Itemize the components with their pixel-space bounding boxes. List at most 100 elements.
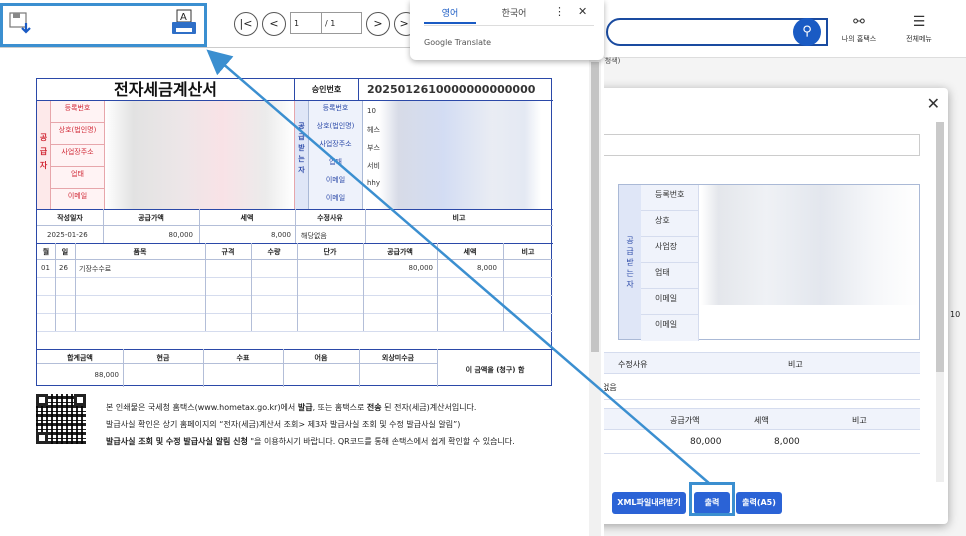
svg-text:A: A bbox=[180, 12, 187, 23]
receiver-label-email2: 이메일 bbox=[309, 191, 363, 209]
invoice-modal: ✕ 공급받는자 등록번호 상호 사업장 업태 이메일 이메일 수정사유 비고 없… bbox=[588, 88, 948, 524]
page-total: / 1 bbox=[322, 12, 362, 34]
modal-scroll-thumb[interactable] bbox=[936, 122, 944, 372]
divider bbox=[203, 349, 204, 387]
modal-summary-row: 없음 bbox=[588, 374, 920, 400]
blurred-supplier-info bbox=[105, 101, 295, 209]
approval-label: 승인번호 bbox=[295, 79, 359, 101]
close-icon[interactable]: ✕ bbox=[927, 94, 940, 113]
invoice-title: 전자세금계산서 bbox=[37, 79, 295, 101]
supplier-label-email: 이메일 bbox=[51, 189, 105, 209]
divider bbox=[37, 259, 553, 260]
item-header-name: 품목 bbox=[133, 248, 147, 256]
close-icon[interactable]: ✕ bbox=[578, 5, 587, 18]
item-header-note: 비고 bbox=[521, 248, 535, 256]
divider bbox=[37, 243, 553, 244]
claim-text: 이 금액을 (청구) 함 bbox=[465, 366, 525, 374]
print-button-highlight bbox=[689, 482, 735, 516]
summary-header-tax: 세액 bbox=[240, 214, 254, 222]
item-tax: 8,000 bbox=[476, 264, 497, 272]
supplier-label-address: 사업장주소 bbox=[51, 145, 105, 167]
divider bbox=[297, 243, 298, 331]
menu-icon: ☰ bbox=[912, 14, 926, 30]
approval-value: 2025012610000000000000 bbox=[359, 79, 553, 101]
item-supply: 80,000 bbox=[408, 264, 434, 272]
receiver-value-address: 부스 bbox=[367, 144, 380, 152]
divider bbox=[359, 349, 360, 387]
prev-page-button[interactable]: < bbox=[262, 12, 286, 36]
divider bbox=[37, 363, 437, 364]
document-scroll-thumb[interactable] bbox=[591, 62, 599, 352]
notice-text: 된 전자(세금)계산서입니다. bbox=[381, 403, 477, 412]
divider bbox=[37, 295, 553, 296]
user-icon: ⚯ bbox=[853, 14, 865, 30]
search-icon[interactable]: ⚲ bbox=[793, 18, 821, 46]
nav-all-menu[interactable]: ☰ 전체메뉴 bbox=[894, 14, 944, 44]
modal-label-business: 업태 bbox=[641, 263, 699, 289]
modal-supply-value: 80,000 bbox=[690, 437, 722, 447]
divider bbox=[123, 349, 124, 387]
divider bbox=[75, 243, 76, 331]
divider bbox=[37, 277, 553, 278]
first-page-button[interactable]: |< bbox=[234, 12, 258, 36]
screen: ⚲ ⚯ 나의 홈택스 ☰ 전체메뉴 (청색) 10 ✕ 공급받는자 등록번호 상… bbox=[0, 0, 966, 536]
notice-line-2: 발급사실 확인은 상기 홈페이지의 “전자(세금)계산서 조회> 제3자 발급사… bbox=[106, 420, 461, 429]
modal-receiver-side-label: 공급받는자 bbox=[619, 185, 641, 339]
summary-date-value: 2025-01-26 bbox=[47, 231, 88, 239]
divider bbox=[103, 209, 104, 243]
blurred-receiver-info bbox=[379, 101, 541, 209]
tab-english[interactable]: 영어 bbox=[424, 6, 476, 24]
item-header-spec: 규격 bbox=[221, 248, 235, 256]
divider bbox=[37, 349, 553, 350]
modal-header-note: 비고 bbox=[788, 360, 803, 369]
divider bbox=[37, 331, 553, 332]
nav-my-hometax[interactable]: ⚯ 나의 홈택스 bbox=[834, 14, 884, 44]
qr-code bbox=[36, 394, 86, 444]
print-icon[interactable]: A bbox=[170, 8, 198, 38]
modal-field[interactable] bbox=[598, 134, 920, 156]
breadcrumb: (청색) bbox=[602, 57, 621, 65]
notice-bold: 발급 bbox=[297, 403, 313, 412]
item-month: 01 bbox=[41, 264, 50, 272]
modal-label-email1: 이메일 bbox=[641, 289, 699, 315]
page-number-input[interactable]: 1 bbox=[290, 12, 322, 34]
modal-footer: XML파일내려받기 출력 출력(A5) bbox=[588, 486, 948, 524]
notice-text: 본 인쇄물은 국세청 홈택스(www.hometax.go.kr)에서 bbox=[106, 403, 298, 412]
total-header-credit: 외상미수금 bbox=[381, 354, 415, 362]
document-area: 전자세금계산서 승인번호 2025012610000000000000 공급자 … bbox=[0, 48, 604, 536]
receiver-value-business: 서비 bbox=[367, 162, 380, 170]
summary-reason-value: 해당없음 bbox=[301, 232, 327, 240]
print-a5-button[interactable]: 출력(A5) bbox=[736, 492, 782, 514]
notice-line-3: 발급사실 조회 및 수정 발급사실 알림 신청 "을 이용하시기 바랍니다. Q… bbox=[106, 436, 515, 447]
supplier-label-reg: 등록번호 bbox=[51, 101, 105, 123]
receiver-value-name: 헤스 bbox=[367, 126, 380, 134]
receiver-value-reg: 10 bbox=[367, 107, 376, 115]
divider bbox=[503, 243, 504, 331]
background-topbar: ⚲ ⚯ 나의 홈택스 ☰ 전체메뉴 bbox=[600, 0, 966, 58]
item-name: 기장수수료 bbox=[79, 265, 112, 273]
next-page-button[interactable]: > bbox=[366, 12, 390, 36]
xml-download-button[interactable]: XML파일내려받기 bbox=[612, 492, 686, 514]
modal-header-tax: 세액 bbox=[754, 416, 769, 425]
total-sum-value: 88,000 bbox=[94, 371, 120, 379]
summary-header-date: 작성일자 bbox=[57, 214, 83, 222]
document-scrollbar[interactable] bbox=[589, 48, 601, 536]
tab-korean[interactable]: 한국어 bbox=[484, 6, 544, 24]
divider bbox=[437, 349, 438, 387]
supplier-side-label: 공급자 bbox=[37, 101, 51, 209]
modal-header-supply: 공급가액 bbox=[670, 416, 700, 425]
receiver-side-label: 공급받는자 bbox=[295, 101, 309, 209]
divider bbox=[251, 243, 252, 331]
save-download-icon[interactable] bbox=[8, 10, 34, 36]
total-header-cash: 현금 bbox=[156, 354, 170, 362]
modal-receiver-section: 공급받는자 등록번호 상호 사업장 업태 이메일 이메일 bbox=[618, 184, 920, 341]
modal-label-name: 상호 bbox=[641, 211, 699, 237]
modal-scrollbar[interactable] bbox=[936, 122, 944, 482]
modal-header-reason: 수정사유 bbox=[618, 360, 648, 369]
modal-reason-value: 없음 bbox=[602, 383, 617, 392]
qr-corner bbox=[36, 432, 48, 444]
item-header-month: 월 bbox=[42, 248, 50, 256]
divider bbox=[295, 209, 296, 243]
notice-text: , 또는 홈택스로 bbox=[312, 403, 367, 412]
more-options-icon[interactable]: ⋮ bbox=[554, 5, 565, 18]
